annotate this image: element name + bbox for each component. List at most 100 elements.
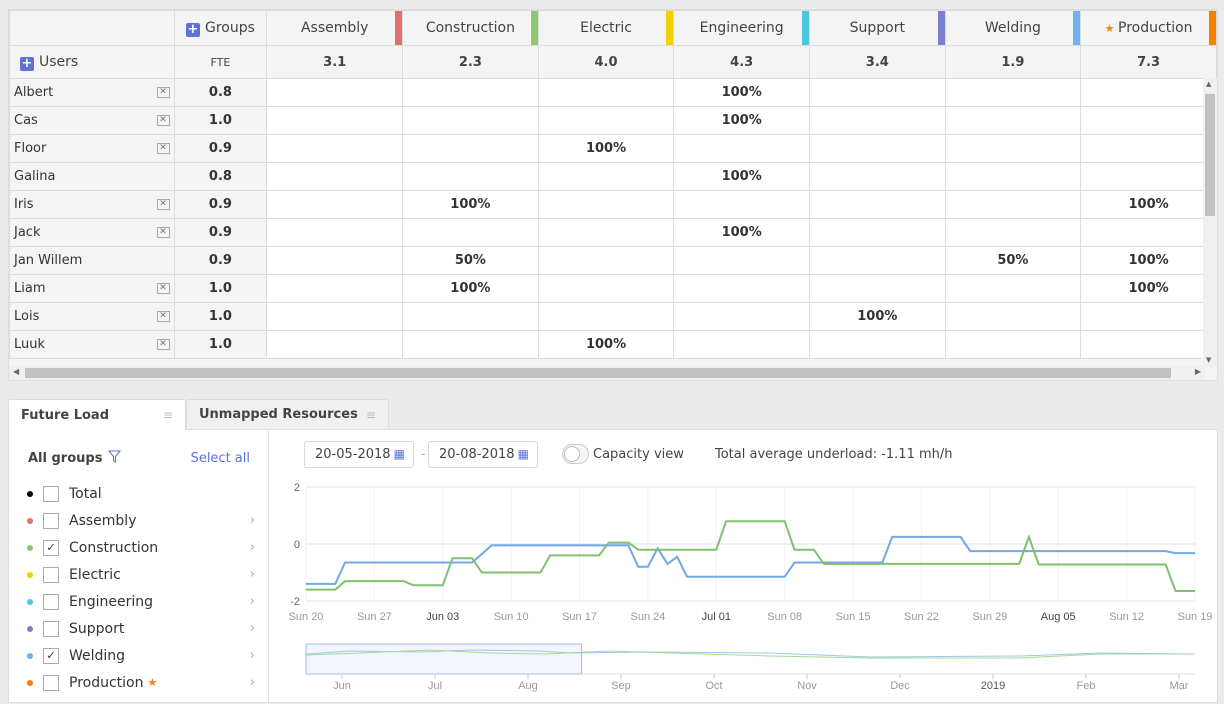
group-column-header[interactable]: Welding — [944, 10, 1082, 46]
allocation-cell[interactable] — [537, 190, 675, 219]
allocation-cell[interactable]: 100% — [402, 274, 539, 303]
allocation-cell[interactable] — [944, 274, 1082, 303]
allocation-cell[interactable]: 100% — [402, 190, 539, 219]
allocation-cell[interactable] — [809, 78, 946, 107]
allocation-cell[interactable]: 50% — [944, 246, 1082, 275]
allocation-cell[interactable] — [537, 106, 675, 135]
chevron-right-icon[interactable]: › — [250, 648, 255, 663]
select-all-link[interactable]: Select all — [191, 451, 250, 466]
group-filter-item[interactable]: ✓ Welding › — [25, 642, 255, 669]
allocation-cell[interactable] — [266, 246, 404, 275]
allocation-cell[interactable] — [1080, 330, 1217, 359]
remove-user-icon[interactable]: ✕ — [156, 87, 170, 98]
allocation-cell[interactable] — [1080, 162, 1217, 191]
allocation-cell[interactable] — [944, 218, 1082, 247]
group-checkbox[interactable] — [43, 512, 59, 529]
group-column-header[interactable]: ★ Production — [1080, 10, 1217, 46]
chevron-right-icon[interactable]: › — [250, 540, 255, 555]
group-column-header[interactable]: Assembly — [266, 10, 404, 46]
allocation-cell[interactable] — [266, 330, 404, 359]
remove-user-icon[interactable]: ✕ — [156, 143, 170, 154]
allocation-cell[interactable] — [537, 274, 675, 303]
allocation-cell[interactable] — [402, 302, 539, 331]
allocation-cell[interactable] — [809, 274, 946, 303]
allocation-cell[interactable] — [673, 246, 811, 275]
add-user-icon[interactable]: + — [20, 56, 34, 71]
allocation-cell[interactable] — [266, 274, 404, 303]
allocation-cell[interactable]: 100% — [537, 134, 675, 163]
allocation-cell[interactable] — [809, 218, 946, 247]
group-filter-item[interactable]: Assembly › — [25, 507, 255, 534]
series-line-construction[interactable] — [306, 520, 1195, 592]
scroll-down-icon[interactable]: ▼ — [1206, 356, 1211, 364]
tab-menu-icon[interactable]: ≡ — [163, 408, 173, 422]
group-checkbox[interactable] — [43, 485, 59, 502]
allocation-cell[interactable] — [673, 330, 811, 359]
allocation-cell[interactable] — [537, 162, 675, 191]
allocation-cell[interactable] — [809, 330, 946, 359]
allocation-cell[interactable]: 100% — [673, 106, 811, 135]
scroll-up-icon[interactable]: ▲ — [1206, 80, 1211, 88]
allocation-cell[interactable] — [266, 78, 404, 107]
chevron-right-icon[interactable]: › — [250, 567, 255, 582]
allocation-cell[interactable] — [673, 302, 811, 331]
group-checkbox[interactable] — [43, 620, 59, 637]
users-header[interactable]: + Users — [9, 45, 175, 79]
allocation-cell[interactable] — [266, 302, 404, 331]
allocation-cell[interactable] — [944, 302, 1082, 331]
allocation-cell[interactable] — [944, 78, 1082, 107]
allocation-cell[interactable]: 100% — [809, 302, 946, 331]
group-filter-item[interactable]: Production ★ › — [25, 669, 255, 696]
allocation-cell[interactable] — [809, 246, 946, 275]
chevron-right-icon[interactable]: › — [250, 675, 255, 690]
group-column-header[interactable]: Engineering — [673, 10, 811, 46]
group-checkbox[interactable] — [43, 566, 59, 583]
allocation-cell[interactable] — [402, 162, 539, 191]
group-filter-item[interactable]: Electric › — [25, 561, 255, 588]
group-filter-item[interactable]: Total — [25, 480, 255, 507]
allocation-cell[interactable] — [809, 162, 946, 191]
allocation-cell[interactable]: 100% — [1080, 190, 1217, 219]
allocation-cell[interactable] — [537, 218, 675, 247]
horizontal-scrollbar[interactable]: ◀ ▶ — [9, 366, 1205, 380]
allocation-cell[interactable] — [1080, 218, 1217, 247]
allocation-cell[interactable] — [537, 246, 675, 275]
allocation-cell[interactable] — [673, 190, 811, 219]
remove-user-icon[interactable]: ✕ — [156, 311, 170, 322]
group-column-header[interactable]: Support — [809, 10, 946, 46]
allocation-cell[interactable] — [809, 106, 946, 135]
allocation-cell[interactable] — [266, 218, 404, 247]
allocation-cell[interactable]: 100% — [673, 162, 811, 191]
group-column-header[interactable]: Construction — [402, 10, 539, 46]
tab-unmapped-resources[interactable]: Unmapped Resources ≡ — [186, 399, 389, 429]
scroll-right-icon[interactable]: ▶ — [1195, 367, 1201, 376]
allocation-cell[interactable] — [1080, 302, 1217, 331]
group-filter-item[interactable]: Support › — [25, 615, 255, 642]
chevron-right-icon[interactable]: › — [250, 621, 255, 636]
allocation-cell[interactable] — [944, 190, 1082, 219]
vertical-scroll-thumb[interactable] — [1205, 94, 1215, 216]
allocation-cell[interactable] — [402, 218, 539, 247]
filter-icon[interactable] — [108, 450, 122, 467]
group-checkbox[interactable] — [43, 593, 59, 610]
allocation-cell[interactable] — [1080, 106, 1217, 135]
remove-user-icon[interactable]: ✕ — [156, 339, 170, 350]
allocation-cell[interactable] — [266, 106, 404, 135]
allocation-cell[interactable] — [673, 274, 811, 303]
allocation-cell[interactable]: 100% — [537, 330, 675, 359]
allocation-cell[interactable]: 100% — [673, 218, 811, 247]
group-filter-item[interactable]: ✓ Construction › — [25, 534, 255, 561]
remove-user-icon[interactable]: ✕ — [156, 227, 170, 238]
navigator-selection[interactable] — [305, 643, 583, 675]
group-checkbox[interactable]: ✓ — [43, 647, 59, 664]
chevron-right-icon[interactable]: › — [250, 513, 255, 528]
tab-menu-icon[interactable]: ≡ — [366, 408, 376, 422]
allocation-cell[interactable]: 100% — [1080, 246, 1217, 275]
chevron-right-icon[interactable]: › — [250, 594, 255, 609]
group-filter-item[interactable]: Engineering › — [25, 588, 255, 615]
allocation-cell[interactable] — [673, 134, 811, 163]
allocation-cell[interactable] — [1080, 134, 1217, 163]
allocation-cell[interactable]: 100% — [673, 78, 811, 107]
allocation-cell[interactable] — [809, 134, 946, 163]
allocation-cell[interactable] — [402, 106, 539, 135]
